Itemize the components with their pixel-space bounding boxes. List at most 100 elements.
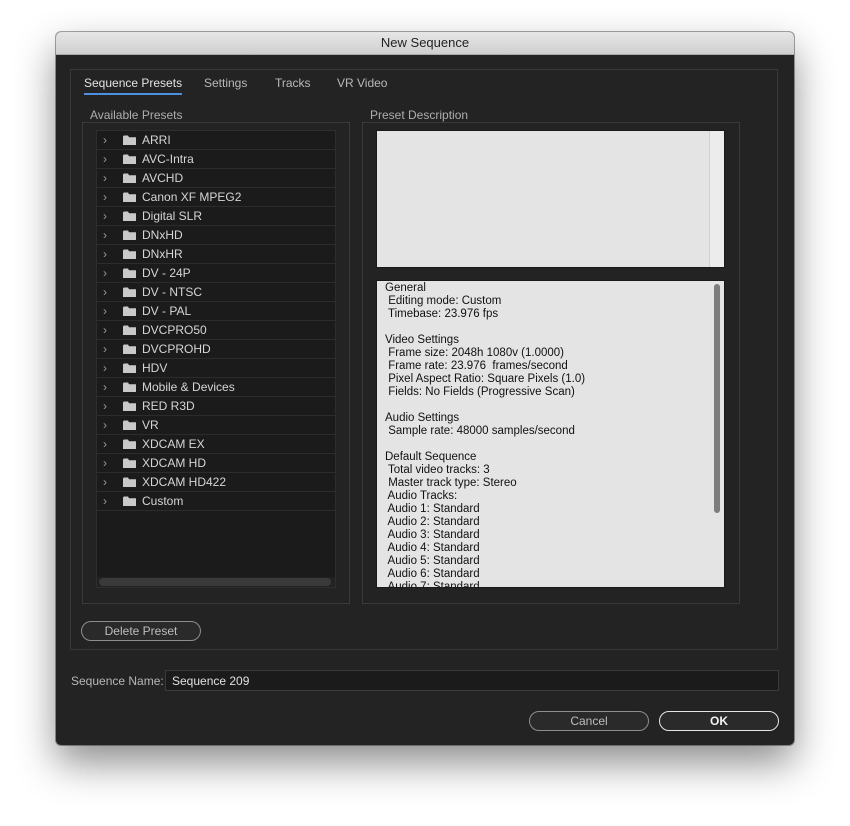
folder-icon (123, 211, 136, 221)
preset-folder-item[interactable]: › HDV (97, 359, 335, 378)
folder-icon (123, 458, 136, 468)
chevron-right-icon[interactable]: › (103, 284, 107, 300)
preset-folder-item[interactable]: › XDCAM HD (97, 454, 335, 473)
preset-folder-item[interactable]: › DNxHR (97, 245, 335, 264)
folder-icon (123, 344, 136, 354)
chevron-right-icon[interactable]: › (103, 493, 107, 509)
folder-icon (123, 401, 136, 411)
folder-icon (123, 439, 136, 449)
available-presets-label: Available Presets (86, 108, 189, 122)
preset-folder-item[interactable]: › DV - PAL (97, 302, 335, 321)
preset-folder-label: DV - NTSC (142, 285, 202, 299)
description-line: Sample rate: 48000 samples/second (385, 425, 575, 437)
preset-folder-label: Custom (142, 494, 184, 508)
preset-folder-item[interactable]: › Custom (97, 492, 335, 511)
chevron-right-icon[interactable]: › (103, 208, 107, 224)
description-line: Fields: No Fields (Progressive Scan) (385, 386, 575, 398)
description-line: Timebase: 23.976 fps (385, 308, 499, 320)
description-line: Audio 1: Standard (385, 503, 480, 515)
description-scrollbar-track[interactable] (709, 131, 724, 267)
preset-folder-item[interactable]: › XDCAM EX (97, 435, 335, 454)
description-line: Editing mode: Custom (385, 295, 502, 307)
preset-folder-label: AVC-Intra (142, 152, 194, 166)
preset-folder-item[interactable]: › AVC-Intra (97, 150, 335, 169)
chevron-right-icon[interactable]: › (103, 246, 107, 262)
preset-description-box (376, 130, 725, 268)
chevron-right-icon[interactable]: › (103, 455, 107, 471)
folder-icon (123, 420, 136, 430)
preset-folder-item[interactable]: › RED R3D (97, 397, 335, 416)
sequence-name-input[interactable] (165, 670, 779, 691)
folder-icon (123, 287, 136, 297)
folder-icon (123, 249, 136, 259)
chevron-right-icon[interactable]: › (103, 265, 107, 281)
description-line (385, 399, 706, 412)
preset-folder-item[interactable]: › DV - 24P (97, 264, 335, 283)
preset-folder-label: DNxHD (142, 228, 183, 242)
preset-folder-item[interactable]: › AVCHD (97, 169, 335, 188)
chevron-right-icon[interactable]: › (103, 341, 107, 357)
folder-icon (123, 154, 136, 164)
folder-icon (123, 192, 136, 202)
preset-folder-item[interactable]: › ARRI (97, 131, 335, 150)
description-line: Master track type: Stereo (385, 477, 517, 489)
preset-folder-label: DNxHR (142, 247, 183, 261)
chevron-right-icon[interactable]: › (103, 303, 107, 319)
folder-icon (123, 135, 136, 145)
preset-folder-item[interactable]: › DNxHD (97, 226, 335, 245)
preset-folder-item[interactable]: › XDCAM HD422 (97, 473, 335, 492)
preset-folder-label: Canon XF MPEG2 (142, 190, 242, 204)
preset-folder-item[interactable]: › DVCPROHD (97, 340, 335, 359)
preset-folder-label: XDCAM HD (142, 456, 207, 470)
description-line: Audio 3: Standard (385, 529, 480, 541)
scrollbar-thumb[interactable] (99, 578, 331, 586)
preset-folder-label: Mobile & Devices (142, 380, 235, 394)
preset-folder-item[interactable]: › Digital SLR (97, 207, 335, 226)
description-line: Total video tracks: 3 (385, 464, 490, 476)
folder-icon (123, 325, 136, 335)
folder-icon (123, 496, 136, 506)
preset-folder-label: DVCPROHD (142, 342, 211, 356)
preset-details-box[interactable]: General Editing mode: Custom Timebase: 2… (376, 280, 725, 588)
tab-sequence-presets[interactable]: Sequence Presets (84, 76, 183, 95)
description-line: General (385, 282, 426, 294)
tab-vr-video[interactable]: VR Video (337, 76, 387, 90)
chevron-right-icon[interactable]: › (103, 436, 107, 452)
chevron-right-icon[interactable]: › (103, 189, 107, 205)
preset-folder-item[interactable]: › VR (97, 416, 335, 435)
preset-folder-label: DV - PAL (142, 304, 192, 318)
chevron-right-icon[interactable]: › (103, 151, 107, 167)
new-sequence-dialog: New Sequence Sequence Presets Settings T… (56, 32, 794, 745)
description-line: Audio 4: Standard (385, 542, 480, 554)
chevron-right-icon[interactable]: › (103, 417, 107, 433)
details-scrollbar-thumb[interactable] (714, 284, 720, 513)
description-line: Pixel Aspect Ratio: Square Pixels (1.0) (385, 373, 586, 385)
description-line: Frame rate: 23.976 frames/second (385, 360, 568, 372)
sequence-name-label: Sequence Name: (71, 674, 164, 688)
preset-details-text: General Editing mode: Custom Timebase: 2… (385, 282, 706, 587)
preset-folder-item[interactable]: › DVCPRO50 (97, 321, 335, 340)
chevron-right-icon[interactable]: › (103, 322, 107, 338)
horizontal-scrollbar[interactable] (97, 577, 335, 587)
preset-list[interactable]: › ARRI › AVC-Intra › AVCHD › Canon XF MPEG2 › Dig… (96, 130, 336, 588)
chevron-right-icon[interactable]: › (103, 379, 107, 395)
ok-button[interactable]: OK (659, 711, 779, 731)
chevron-right-icon[interactable]: › (103, 227, 107, 243)
preset-folder-label: ARRI (142, 133, 171, 147)
chevron-right-icon[interactable]: › (103, 360, 107, 376)
chevron-right-icon[interactable]: › (103, 474, 107, 490)
preset-folder-item[interactable]: › DV - NTSC (97, 283, 335, 302)
delete-preset-button[interactable]: Delete Preset (81, 621, 201, 641)
tab-tracks[interactable]: Tracks (275, 76, 311, 90)
chevron-right-icon[interactable]: › (103, 170, 107, 186)
window-title: New Sequence (56, 32, 794, 55)
preset-folder-item[interactable]: › Mobile & Devices (97, 378, 335, 397)
preset-folder-label: XDCAM HD422 (142, 475, 227, 489)
tab-settings[interactable]: Settings (204, 76, 247, 90)
chevron-right-icon[interactable]: › (103, 132, 107, 148)
preset-folder-item[interactable]: › Canon XF MPEG2 (97, 188, 335, 207)
chevron-right-icon[interactable]: › (103, 398, 107, 414)
folder-icon (123, 477, 136, 487)
preset-folder-label: VR (142, 418, 159, 432)
cancel-button[interactable]: Cancel (529, 711, 649, 731)
